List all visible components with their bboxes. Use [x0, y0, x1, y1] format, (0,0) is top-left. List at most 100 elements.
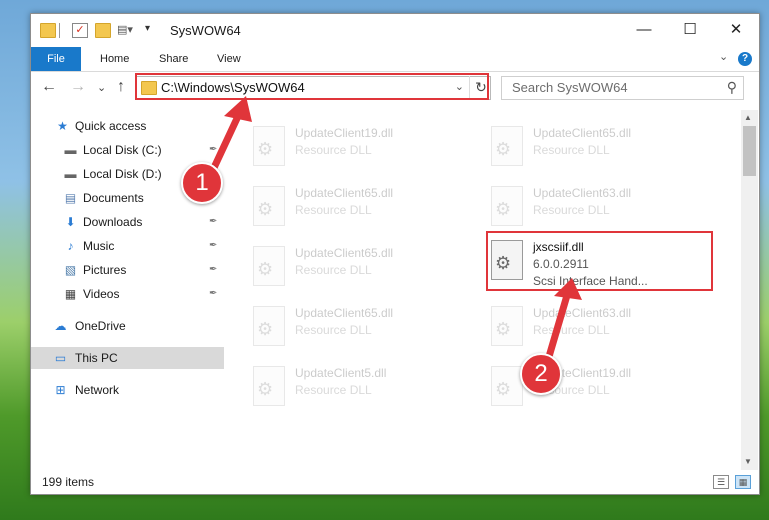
file-name: UpdateClient63.dll	[533, 186, 632, 200]
step-badge-2: 2	[520, 353, 562, 395]
details-view-icon[interactable]: ☰	[713, 475, 729, 489]
dll-file-icon: ⚙	[253, 246, 285, 286]
tab-view[interactable]: View	[217, 47, 241, 71]
file-highlight-box	[486, 231, 713, 291]
scroll-thumb[interactable]	[743, 126, 756, 176]
minimize-button[interactable]: —	[621, 14, 667, 46]
sidebar-item-quick-access[interactable]: ★ Quick access	[31, 115, 224, 137]
dll-file-icon: ⚙	[491, 126, 523, 166]
pin-icon[interactable]: ✒	[209, 211, 217, 233]
tab-home[interactable]: Home	[100, 47, 129, 71]
ribbon-tabs: File Home Share View ⌄ ?	[31, 47, 759, 72]
dll-file-icon: ⚙	[491, 186, 523, 226]
sidebar-item-label: This PC	[75, 351, 118, 365]
step-badge-1: 1	[181, 162, 223, 204]
file-item[interactable]: ⚙ UpdateClient19.dll Resource DLL	[247, 122, 477, 172]
sidebar-item-local-disk-c[interactable]: ▬ Local Disk (C:) ✒	[31, 139, 224, 161]
file-description: Resource DLL	[295, 383, 372, 397]
sidebar-item-label: Pictures	[83, 263, 127, 277]
tab-file[interactable]: File	[31, 47, 81, 71]
file-description: Resource DLL	[295, 143, 372, 157]
file-name: UpdateClient65.dll	[295, 186, 394, 200]
scroll-down-icon[interactable]: ▼	[744, 457, 752, 466]
file-name: UpdateClient63.dll	[533, 306, 632, 320]
search-box[interactable]: Search SysWOW64 ⚲	[501, 76, 744, 100]
sidebar-item-label: OneDrive	[75, 319, 126, 333]
dll-file-icon: ⚙	[253, 186, 285, 226]
file-item[interactable]: ⚙ UpdateClient63.dll Resource DLL	[485, 182, 715, 232]
sidebar-item-music[interactable]: ♪ Music ✒	[31, 235, 224, 257]
large-icons-view-icon[interactable]: ▦	[735, 475, 751, 489]
file-description: Resource DLL	[533, 323, 610, 337]
computer-icon: ▭	[54, 351, 67, 365]
sidebar-item-label: Quick access	[75, 119, 147, 133]
help-icon[interactable]: ?	[738, 52, 752, 66]
documents-icon: ▤	[64, 191, 77, 205]
drive-icon: ▬	[64, 143, 77, 157]
file-item[interactable]: ⚙ UpdateClient5.dll Resource DLL	[247, 362, 477, 412]
pin-icon[interactable]: ✒	[209, 139, 217, 161]
vertical-scrollbar[interactable]: ▲ ▼	[741, 110, 758, 470]
item-count: 199 items	[42, 475, 95, 489]
cloud-icon: ☁	[54, 319, 67, 333]
title-bar: ✓ ▤▾ ▾ SysWOW64 — ☐ ✕	[31, 14, 759, 47]
file-description: Resource DLL	[295, 323, 372, 337]
sidebar-item-label: Local Disk (D:)	[83, 167, 162, 181]
pin-icon[interactable]: ✒	[209, 235, 217, 257]
sidebar-item-videos[interactable]: ▦ Videos ✒	[31, 283, 224, 305]
drive-icon: ▬	[64, 167, 77, 181]
file-name: UpdateClient5.dll	[295, 366, 387, 380]
sidebar-item-label: Music	[83, 239, 115, 253]
file-description: Resource DLL	[533, 203, 610, 217]
file-item[interactable]: ⚙ UpdateClient65.dll Resource DLL	[247, 302, 477, 352]
sidebar-item-onedrive[interactable]: ☁ OneDrive	[31, 315, 224, 337]
maximize-button[interactable]: ☐	[667, 14, 713, 46]
folder-icon	[40, 23, 56, 38]
ribbon-expand-icon[interactable]: ⌄	[719, 50, 728, 63]
file-name: UpdateClient65.dll	[295, 306, 394, 320]
star-icon: ★	[57, 119, 68, 133]
dll-file-icon: ⚙	[253, 306, 285, 346]
customize-toolbar-icon[interactable]: ▤▾	[117, 23, 133, 36]
back-button[interactable]: ←	[41, 78, 57, 96]
download-icon: ⬇	[65, 215, 76, 229]
file-item[interactable]: ⚙ UpdateClient65.dll Resource DLL	[247, 242, 477, 292]
address-highlight-box	[135, 73, 489, 100]
sidebar-item-label: Videos	[83, 287, 120, 301]
sidebar-item-downloads[interactable]: ⬇ Downloads ✒	[31, 211, 224, 233]
sidebar-item-label: Downloads	[83, 215, 143, 229]
file-description: Resource DLL	[295, 203, 372, 217]
file-description: Resource DLL	[295, 263, 372, 277]
search-icon[interactable]: ⚲	[727, 79, 737, 96]
file-name: UpdateClient65.dll	[533, 126, 632, 140]
file-item[interactable]: ⚙ UpdateClient65.dll Resource DLL	[485, 122, 715, 172]
title-separator	[59, 23, 60, 38]
pictures-icon: ▧	[64, 263, 77, 277]
recent-locations-button[interactable]: ⌄	[97, 81, 106, 94]
sidebar-item-network[interactable]: ⊞ Network	[31, 379, 224, 401]
dll-file-icon: ⚙	[491, 306, 523, 346]
file-item[interactable]: ⚙ UpdateClient65.dll Resource DLL	[247, 182, 477, 232]
search-input[interactable]: Search SysWOW64	[512, 80, 628, 95]
music-icon: ♪	[67, 239, 74, 253]
close-button[interactable]: ✕	[713, 14, 759, 46]
sidebar-item-pictures[interactable]: ▧ Pictures ✒	[31, 259, 224, 281]
pin-icon[interactable]: ✒	[209, 259, 217, 281]
tab-share[interactable]: Share	[159, 47, 188, 71]
videos-icon: ▦	[64, 287, 77, 301]
up-button[interactable]: ↑	[117, 78, 125, 96]
file-item[interactable]: ⚙ UpdateClient63.dll Resource DLL	[485, 302, 715, 352]
properties-icon[interactable]: ✓	[72, 23, 88, 38]
dll-file-icon: ⚙	[253, 126, 285, 166]
scroll-up-icon[interactable]: ▲	[744, 113, 752, 122]
sidebar-item-label: Documents	[83, 191, 144, 205]
sidebar-item-label: Local Disk (C:)	[83, 143, 162, 157]
forward-button[interactable]: →	[70, 78, 86, 96]
toolbar-dropdown-icon[interactable]: ▾	[145, 23, 159, 36]
new-folder-icon[interactable]	[95, 23, 111, 38]
dll-file-icon: ⚙	[491, 366, 523, 406]
sidebar-item-label: Network	[75, 383, 120, 397]
pin-icon[interactable]: ✒	[209, 283, 217, 305]
sidebar-item-this-pc[interactable]: ▭ This PC	[31, 347, 224, 369]
file-name: UpdateClient65.dll	[295, 246, 394, 260]
